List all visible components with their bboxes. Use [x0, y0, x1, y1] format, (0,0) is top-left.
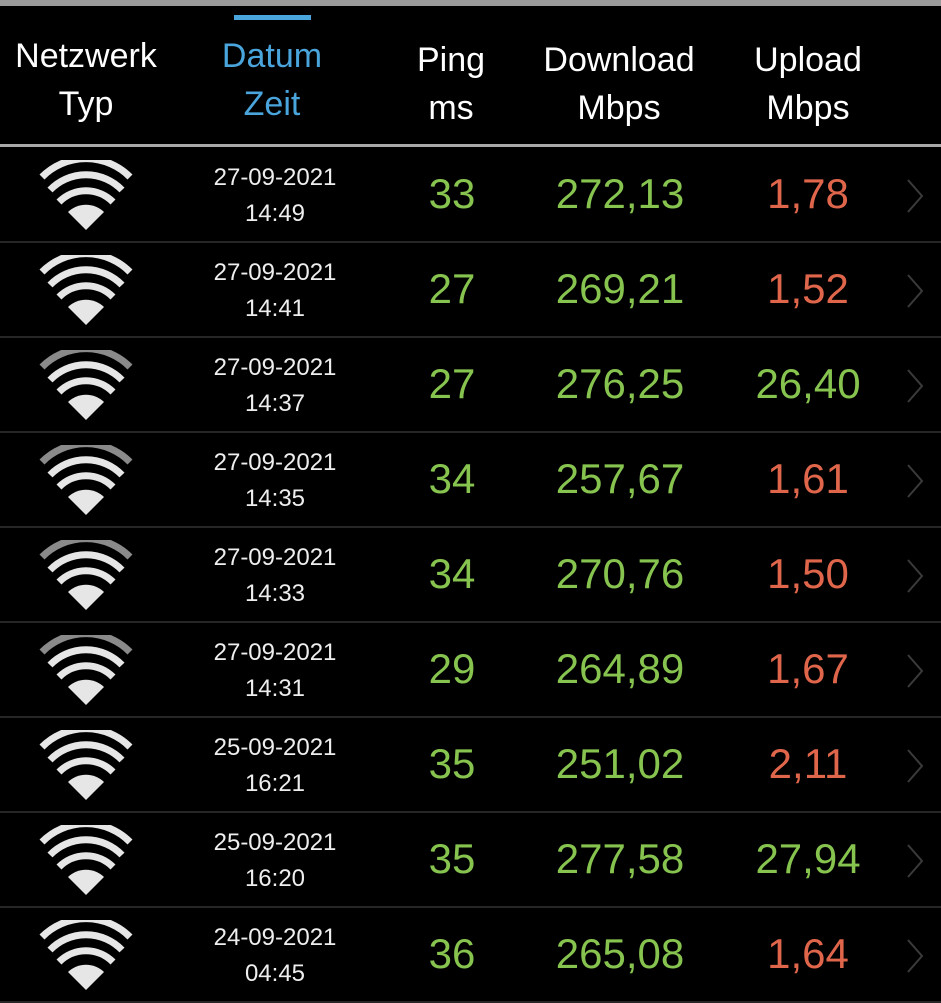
upload-value: 2,11: [768, 740, 848, 787]
time: 04:45: [244, 960, 306, 987]
upload-value: 1,52: [767, 265, 849, 312]
header-sublabel: Mbps: [766, 89, 850, 127]
table-row[interactable]: 25-09-2021 16:20 35 277,58 27,94: [0, 813, 941, 908]
header-sublabel: Zeit: [243, 85, 301, 123]
datetime: 27-09-2021 14:33: [214, 540, 337, 612]
download-value: 272,13: [555, 170, 685, 217]
date: 27-09-2021: [213, 544, 337, 571]
date: 27-09-2021: [213, 259, 337, 286]
download-value: 265,08: [555, 930, 685, 977]
wifi-icon: [39, 730, 133, 800]
column-ping[interactable]: Ping ms: [417, 36, 485, 132]
time: 14:37: [244, 390, 306, 417]
ping-value: 27: [428, 360, 476, 407]
header-label: Ping: [416, 41, 486, 79]
download-value: 264,89: [555, 645, 685, 692]
time: 14:31: [244, 675, 306, 702]
table-row[interactable]: 27-09-2021 14:35 34 257,67 1,61: [0, 433, 941, 528]
time: 16:20: [244, 865, 306, 892]
ping-value: 34: [428, 550, 476, 597]
chevron-right-icon[interactable]: [905, 938, 925, 974]
ping-value: 36: [428, 930, 476, 977]
date: 25-09-2021: [213, 829, 337, 856]
ping-value: 27: [428, 265, 476, 312]
chevron-right-icon[interactable]: [905, 748, 925, 784]
time: 14:41: [244, 295, 306, 322]
ping-value: 29: [428, 645, 476, 692]
ping-value: 35: [428, 835, 476, 882]
upload-value: 1,67: [767, 645, 849, 692]
header-sublabel: Mbps: [577, 89, 661, 127]
column-download[interactable]: Download Mbps: [543, 36, 694, 132]
table-row[interactable]: 27-09-2021 14:41 27 269,21 1,52: [0, 243, 941, 338]
chevron-right-icon[interactable]: [905, 273, 925, 309]
table-header: Netzwerk Typ Datum Zeit Ping ms Download…: [0, 6, 941, 144]
chevron-right-icon[interactable]: [905, 653, 925, 689]
datetime: 27-09-2021 14:37: [214, 350, 337, 422]
chevron-right-icon[interactable]: [905, 843, 925, 879]
time: 14:35: [244, 485, 306, 512]
datetime: 27-09-2021 14:49: [214, 160, 337, 232]
ping-value: 33: [428, 170, 476, 217]
header-sublabel: Typ: [58, 85, 114, 123]
column-network-type[interactable]: Netzwerk Typ: [15, 32, 157, 128]
ping-value: 34: [428, 455, 476, 502]
column-datetime[interactable]: Datum Zeit: [222, 32, 322, 128]
download-value: 251,02: [555, 740, 685, 787]
upload-value: 1,61: [767, 455, 849, 502]
date: 27-09-2021: [213, 164, 337, 191]
table-row[interactable]: 27-09-2021 14:37 27 276,25 26,40: [0, 338, 941, 433]
header-label: Upload: [754, 41, 862, 79]
table-row[interactable]: 27-09-2021 14:31 29 264,89 1,67: [0, 623, 941, 718]
header-label: Netzwerk: [15, 37, 157, 75]
header-label: Datum: [221, 37, 323, 75]
wifi-icon: [39, 160, 133, 230]
wifi-icon: [39, 635, 133, 705]
date: 27-09-2021: [213, 354, 337, 381]
date: 27-09-2021: [213, 449, 337, 476]
upload-value: 1,64: [767, 930, 849, 977]
ping-value: 35: [428, 740, 476, 787]
datetime: 27-09-2021 14:31: [214, 635, 337, 707]
chevron-right-icon[interactable]: [905, 463, 925, 499]
time: 14:49: [244, 200, 306, 227]
datetime: 24-09-2021 04:45: [214, 920, 337, 992]
table-row[interactable]: 24-09-2021 04:45 36 265,08 1,64: [0, 908, 941, 1003]
upload-value: 1,50: [767, 550, 849, 597]
wifi-icon: [39, 445, 133, 515]
column-upload[interactable]: Upload Mbps: [754, 36, 862, 132]
date: 25-09-2021: [213, 734, 337, 761]
chevron-right-icon[interactable]: [905, 368, 925, 404]
upload-value: 27,94: [755, 835, 861, 882]
table-row[interactable]: 27-09-2021 14:49 33 272,13 1,78: [0, 148, 941, 243]
wifi-icon: [39, 825, 133, 895]
chevron-right-icon[interactable]: [905, 558, 925, 594]
chevron-right-icon[interactable]: [905, 178, 925, 214]
header-label: Download: [543, 41, 695, 79]
download-value: 277,58: [555, 835, 685, 882]
datetime: 27-09-2021 14:35: [214, 445, 337, 517]
datetime: 25-09-2021 16:20: [214, 825, 337, 897]
download-value: 270,76: [555, 550, 685, 597]
header-divider: [0, 144, 941, 147]
table-row[interactable]: 25-09-2021 16:21 35 251,02 2,11: [0, 718, 941, 813]
upload-value: 1,78: [767, 170, 849, 217]
download-value: 269,21: [555, 265, 685, 312]
datetime: 25-09-2021 16:21: [214, 730, 337, 802]
date: 27-09-2021: [213, 639, 337, 666]
wifi-icon: [39, 920, 133, 990]
datetime: 27-09-2021 14:41: [214, 255, 337, 327]
wifi-icon: [39, 255, 133, 325]
time: 16:21: [244, 770, 306, 797]
upload-value: 26,40: [755, 360, 861, 407]
wifi-icon: [39, 540, 133, 610]
time: 14:33: [244, 580, 306, 607]
wifi-icon: [39, 350, 133, 420]
download-value: 276,25: [555, 360, 685, 407]
table-row[interactable]: 27-09-2021 14:33 34 270,76 1,50: [0, 528, 941, 623]
download-value: 257,67: [555, 455, 685, 502]
sort-indicator: [234, 15, 311, 20]
date: 24-09-2021: [213, 924, 337, 951]
header-sublabel: ms: [428, 89, 474, 127]
